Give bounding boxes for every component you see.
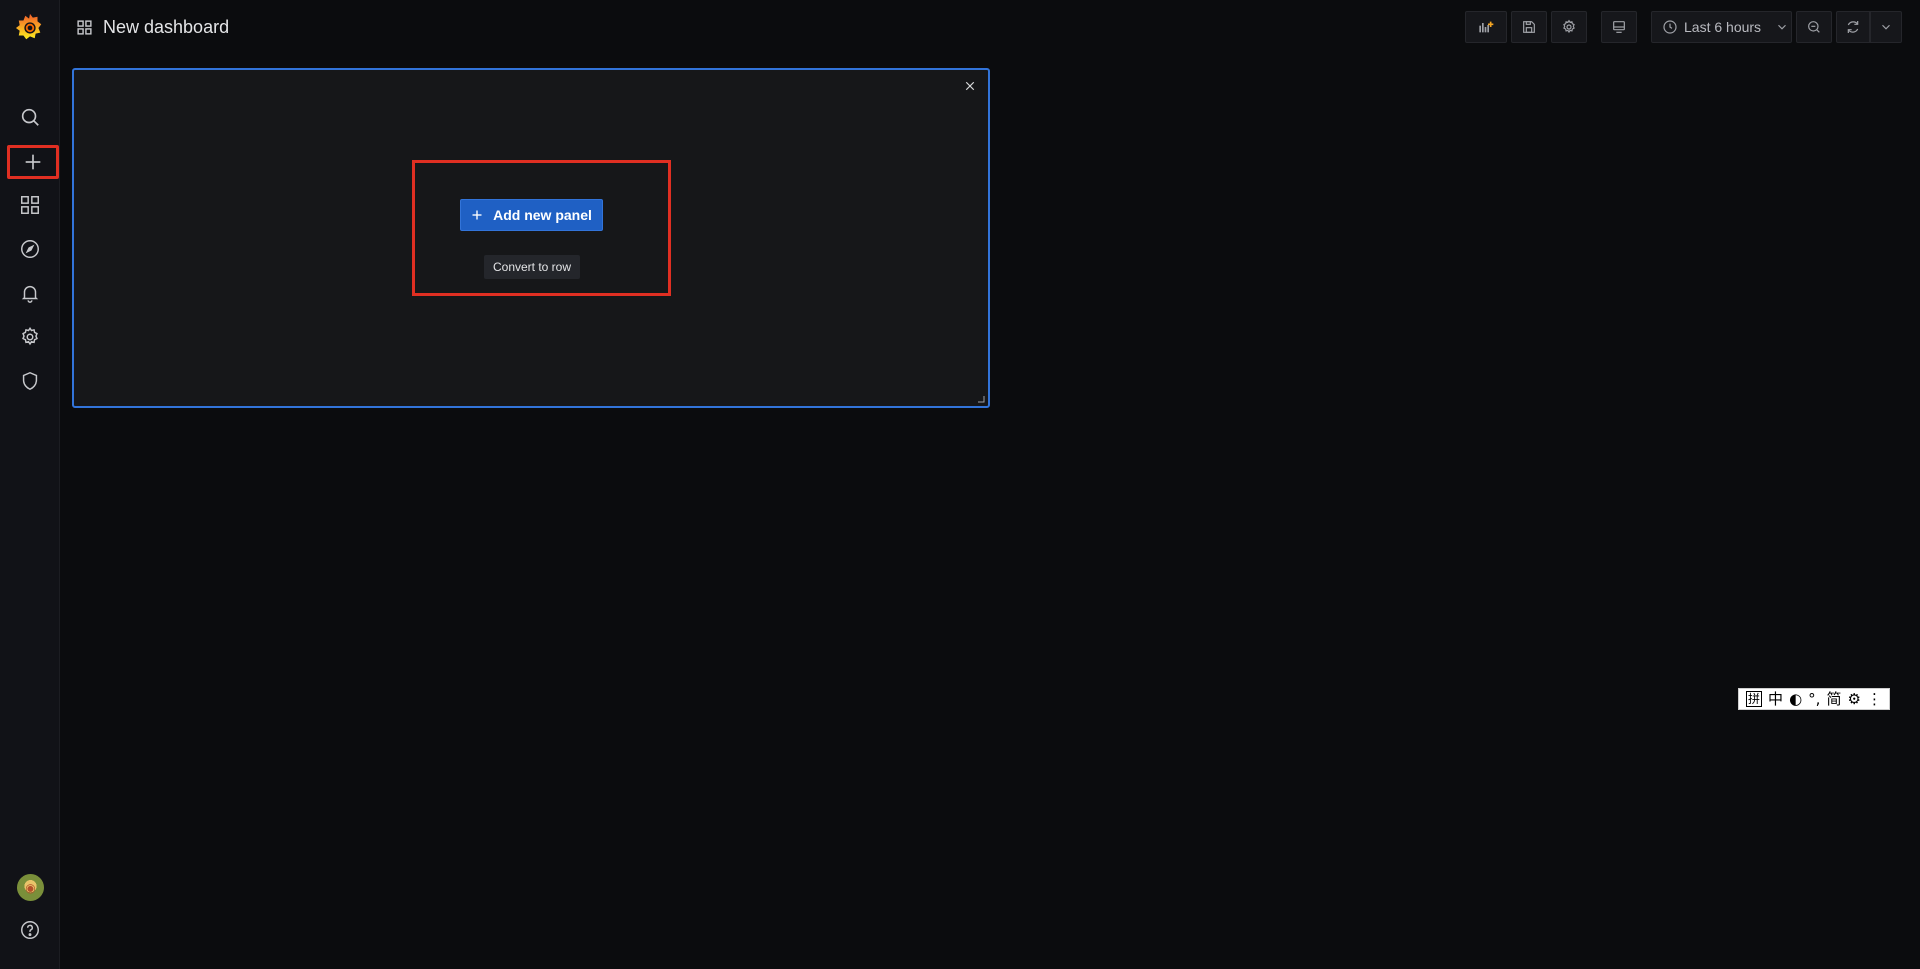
plus-icon xyxy=(25,154,41,170)
compass-icon xyxy=(21,240,39,258)
ime-chinese-mode[interactable]: 中 xyxy=(1768,689,1783,709)
sidebar-item-help[interactable] xyxy=(8,912,52,948)
question-icon xyxy=(21,921,39,939)
avatar[interactable]: ◉ xyxy=(17,874,44,901)
grafana-logo-icon xyxy=(15,13,42,40)
apps-icon xyxy=(21,196,39,214)
chevron-down-icon xyxy=(1882,24,1890,30)
grafana-logo[interactable] xyxy=(10,10,50,44)
sidebar-item-create[interactable] xyxy=(7,145,59,179)
shield-icon xyxy=(22,371,38,391)
bell-icon xyxy=(21,285,39,303)
gear-icon xyxy=(22,326,38,346)
sidebar-item-dashboards[interactable] xyxy=(8,187,52,223)
ime-toolbar[interactable]: 拼 中 ◐ °, 简 ⚙ ⋮ xyxy=(1738,688,1890,710)
ime-more-icon[interactable]: ⋮ xyxy=(1867,689,1882,709)
refresh-button[interactable] xyxy=(1836,11,1870,43)
zoom-out-icon xyxy=(1808,21,1820,33)
ime-punctuation-icon[interactable]: °, xyxy=(1808,689,1820,709)
ime-simplified-mode[interactable]: 简 xyxy=(1826,689,1841,709)
sidebar: ◉ xyxy=(0,0,60,969)
tv-icon xyxy=(1613,21,1625,33)
dashboard-title-area[interactable]: New dashboard xyxy=(76,14,229,40)
sidebar-item-alerting[interactable] xyxy=(8,275,52,311)
refresh-icon xyxy=(1847,21,1859,33)
resize-handle-icon[interactable] xyxy=(977,395,985,403)
remove-panel-button[interactable] xyxy=(962,78,978,94)
convert-to-row-label: Convert to row xyxy=(492,260,572,274)
time-range-picker[interactable]: Last 6 hours xyxy=(1651,11,1792,43)
avatar-glyph: ◉ xyxy=(25,880,36,895)
dashboard-settings-button[interactable] xyxy=(1551,11,1587,43)
dashboard-title[interactable]: New dashboard xyxy=(103,17,229,38)
clock-icon xyxy=(1663,20,1677,34)
add-panel-button[interactable] xyxy=(1465,11,1507,43)
add-panel-icon xyxy=(1479,21,1494,33)
zoom-out-button[interactable] xyxy=(1796,11,1832,43)
sidebar-item-search[interactable] xyxy=(8,99,52,135)
time-range-label: Last 6 hours xyxy=(1684,19,1762,35)
sidebar-item-explore[interactable] xyxy=(8,231,52,267)
add-new-panel-button[interactable]: Add new panel xyxy=(460,199,603,231)
sidebar-item-configuration[interactable] xyxy=(8,319,52,355)
new-panel-placeholder: Add new panel Convert to row xyxy=(72,68,990,408)
chevron-down-icon xyxy=(1778,24,1786,30)
add-new-panel-label: Add new panel xyxy=(493,207,592,223)
gear-icon xyxy=(1563,19,1575,34)
ime-halfwidth-icon[interactable]: ◐ xyxy=(1789,689,1802,709)
top-bar: New dashboard Last 6 hours xyxy=(60,0,1920,54)
sidebar-item-server-admin[interactable] xyxy=(8,363,52,399)
ime-pinyin-icon[interactable]: 拼 xyxy=(1746,691,1763,707)
ime-settings-icon[interactable]: ⚙ xyxy=(1848,689,1861,709)
convert-to-row-button[interactable]: Convert to row xyxy=(484,255,580,279)
search-icon xyxy=(21,108,39,126)
plus-icon xyxy=(472,210,482,220)
save-icon xyxy=(1523,21,1535,33)
close-icon xyxy=(965,81,975,91)
refresh-interval-dropdown[interactable] xyxy=(1870,11,1902,43)
cycle-view-mode-button[interactable] xyxy=(1601,11,1637,43)
apps-icon xyxy=(77,19,92,35)
save-dashboard-button[interactable] xyxy=(1511,11,1547,43)
